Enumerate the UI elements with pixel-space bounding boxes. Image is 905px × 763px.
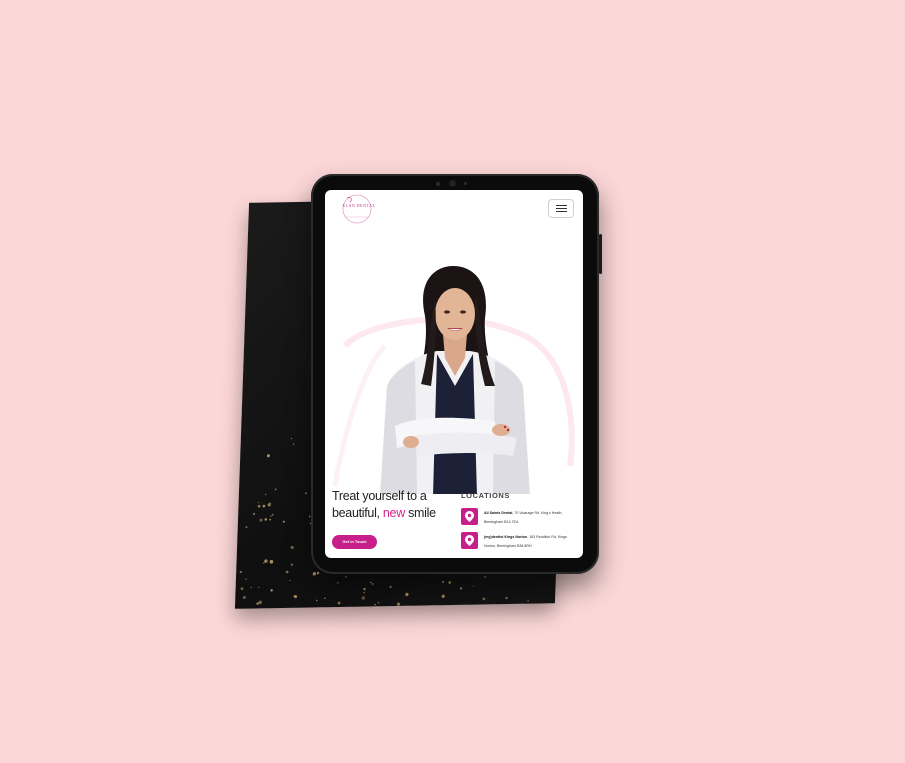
camera-bar bbox=[436, 180, 474, 187]
glitter-speck bbox=[245, 526, 248, 529]
map-pin-icon bbox=[461, 532, 478, 549]
glitter-speck bbox=[257, 504, 261, 508]
glitter-speck bbox=[258, 501, 260, 504]
glitter-speck bbox=[266, 454, 270, 458]
get-in-touch-button[interactable]: Get in Touch bbox=[332, 535, 377, 549]
mockup-scene: ELAN DENTAL Treat yourself to a beautifu… bbox=[0, 0, 905, 763]
glitter-speck bbox=[316, 571, 320, 575]
glitter-speck bbox=[262, 504, 266, 508]
glitter-speck bbox=[363, 591, 366, 594]
location-text: All Saints Dental, 70 Vicarage Rd, King'… bbox=[484, 509, 574, 526]
glitter-speck bbox=[312, 572, 317, 576]
glitter-speck bbox=[361, 596, 365, 600]
glitter-speck bbox=[269, 560, 274, 564]
glitter-speck bbox=[285, 570, 289, 574]
glitter-speck bbox=[264, 559, 268, 563]
glitter-speck bbox=[324, 597, 326, 599]
glitter-speck bbox=[262, 562, 265, 564]
location-name: All Saints Dental bbox=[484, 511, 513, 515]
glitter-speck bbox=[258, 600, 262, 605]
glitter-speck bbox=[459, 587, 463, 590]
dentist-photo bbox=[380, 266, 530, 494]
glitter-speck bbox=[472, 585, 475, 587]
glitter-speck bbox=[245, 578, 247, 581]
logo-text: ELAN DENTAL bbox=[342, 203, 376, 208]
tablet-screen: ELAN DENTAL Treat yourself to a beautifu… bbox=[325, 190, 583, 558]
glitter-speck bbox=[345, 576, 347, 578]
hamburger-icon bbox=[556, 208, 567, 209]
glitter-speck bbox=[250, 586, 252, 589]
glitter-speck bbox=[252, 512, 256, 516]
logo-ring-icon bbox=[342, 194, 372, 224]
glitter-speck bbox=[289, 579, 291, 582]
glitter-speck bbox=[315, 599, 318, 602]
headline-end: smile bbox=[404, 506, 436, 520]
glitter-speck bbox=[259, 518, 263, 522]
glitter-speck bbox=[505, 596, 508, 600]
glitter-speck bbox=[337, 601, 341, 605]
glitter-speck bbox=[290, 437, 293, 440]
location-text: (my)dentist Kings Norton, 183 Redditch R… bbox=[484, 533, 574, 550]
glitter-speck bbox=[267, 503, 271, 507]
glitter-speck bbox=[258, 586, 260, 589]
glitter-speck bbox=[264, 493, 267, 496]
glitter-speck bbox=[483, 575, 487, 579]
glitter-speck bbox=[377, 601, 380, 604]
glitter-speck bbox=[370, 581, 372, 584]
glitter-speck bbox=[282, 520, 285, 523]
glitter-speck bbox=[304, 492, 307, 495]
glitter-speck bbox=[405, 592, 409, 597]
glitter-speck bbox=[371, 582, 374, 586]
sensor-dot bbox=[464, 182, 467, 185]
glitter-speck bbox=[441, 594, 445, 598]
glitter-speck bbox=[242, 595, 246, 599]
glitter-speck bbox=[269, 518, 271, 521]
glitter-speck bbox=[374, 603, 376, 606]
hamburger-icon bbox=[556, 211, 567, 212]
glitter-speck bbox=[239, 570, 242, 574]
glitter-speck bbox=[270, 589, 273, 592]
glitter-speck bbox=[271, 513, 274, 516]
location-item[interactable]: (my)dentist Kings Norton, 183 Redditch R… bbox=[461, 532, 581, 552]
glitter-speck bbox=[441, 580, 445, 583]
menu-button[interactable] bbox=[548, 199, 574, 218]
sensor-dot bbox=[436, 182, 440, 186]
glitter-speck bbox=[389, 585, 392, 588]
hamburger-icon bbox=[556, 205, 567, 206]
glitter-speck bbox=[290, 546, 294, 550]
hero-headline: Treat yourself to a beautiful, new smile bbox=[332, 488, 452, 522]
glitter-speck bbox=[336, 581, 339, 584]
site-header: ELAN DENTAL bbox=[325, 190, 583, 226]
glitter-speck bbox=[270, 515, 272, 517]
glitter-speck bbox=[396, 602, 401, 606]
glitter-speck bbox=[264, 518, 268, 521]
glitter-speck bbox=[240, 587, 244, 591]
glitter-speck bbox=[274, 488, 277, 491]
glitter-speck bbox=[293, 443, 295, 445]
glitter-speck bbox=[448, 581, 452, 584]
hero-section bbox=[325, 226, 583, 494]
glitter-speck bbox=[363, 587, 366, 591]
glitter-speck bbox=[290, 563, 293, 566]
location-name: (my)dentist Kings Norton bbox=[484, 535, 528, 539]
glitter-speck bbox=[527, 600, 529, 602]
camera-lens bbox=[449, 180, 456, 187]
tablet-device: ELAN DENTAL Treat yourself to a beautifu… bbox=[311, 174, 602, 574]
locations-title: LOCATIONS bbox=[461, 491, 511, 500]
location-item[interactable]: All Saints Dental, 70 Vicarage Rd, King'… bbox=[461, 508, 581, 528]
glitter-speck bbox=[482, 597, 486, 601]
map-pin-icon bbox=[461, 508, 478, 525]
headline-accent: new bbox=[382, 506, 405, 520]
tablet-side-button bbox=[599, 234, 602, 274]
site-logo[interactable]: ELAN DENTAL bbox=[337, 192, 375, 226]
